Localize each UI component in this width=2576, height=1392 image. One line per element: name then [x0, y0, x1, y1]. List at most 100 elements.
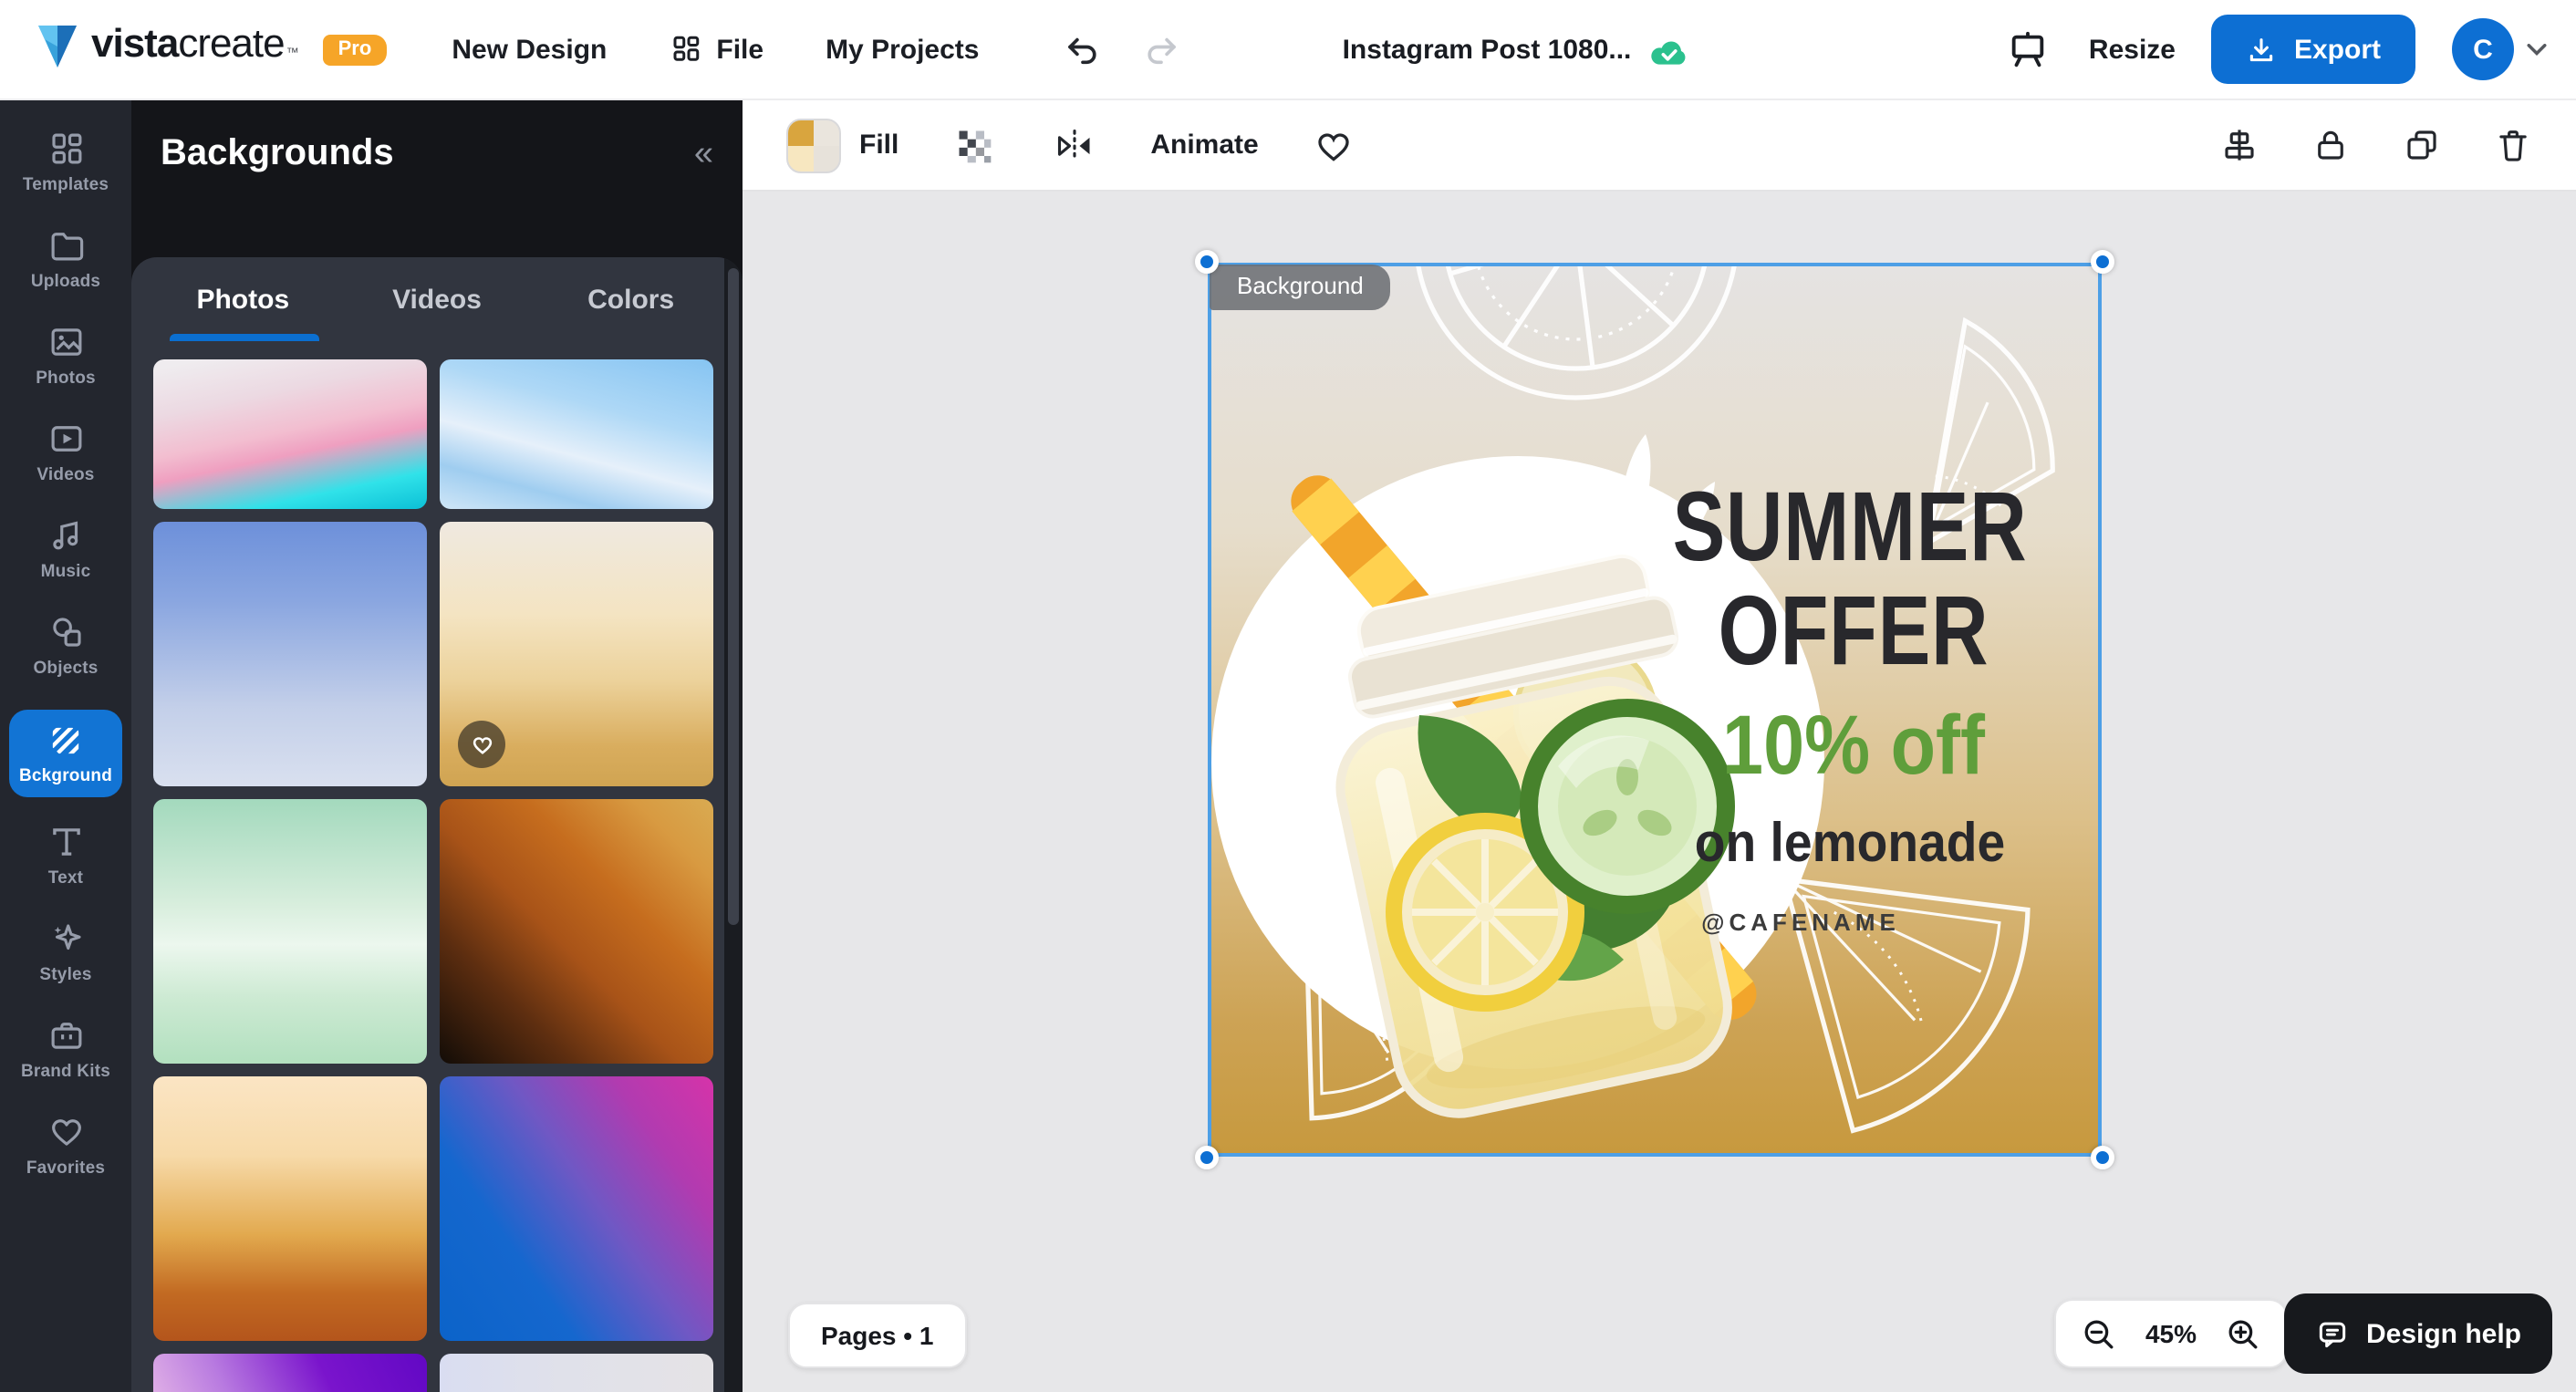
design-headline-1[interactable]: SUMMER: [1673, 471, 2028, 584]
videos-icon: [47, 420, 85, 458]
flip-horizontal-icon: [1052, 125, 1096, 165]
document-title[interactable]: Instagram Post 1080...: [1343, 35, 1632, 66]
design-product-text[interactable]: on lemonade: [1695, 814, 2005, 876]
background-thumbnail[interactable]: [153, 1076, 427, 1341]
brand-kits-briefcase-icon: [47, 1016, 85, 1054]
sidebar-item-photos[interactable]: Photos: [9, 323, 122, 389]
canvas-area: Fill: [743, 100, 2576, 1392]
tab-videos[interactable]: Videos: [340, 257, 535, 341]
sidebar-item-favorites[interactable]: Favorites: [9, 1113, 122, 1179]
background-thumbnail[interactable]: [440, 522, 713, 786]
logo-wordmark: vistacreate™: [91, 24, 298, 75]
undo-button[interactable]: [1059, 26, 1105, 72]
fill-color-button[interactable]: Fill: [786, 118, 898, 172]
photos-icon: [47, 323, 85, 361]
resize-button[interactable]: Resize: [2089, 34, 2176, 65]
tab-photos[interactable]: Photos: [146, 257, 340, 341]
fill-swatch: [786, 118, 841, 172]
panel-content-box: Photos Videos Colors: [131, 257, 743, 1392]
panel-scrollbar-thumb[interactable]: [728, 268, 739, 925]
file-menu-button[interactable]: File: [669, 33, 763, 66]
sidebar-item-styles[interactable]: Styles: [9, 919, 122, 985]
file-grid-icon: [669, 33, 701, 66]
background-thumbnail[interactable]: [153, 799, 427, 1064]
sidebar-item-templates[interactable]: Templates: [9, 130, 122, 195]
animate-button[interactable]: Animate: [1150, 130, 1258, 161]
left-sidebar: Templates Uploads Photos Videos Music Ob…: [0, 100, 131, 1392]
text-icon: [47, 823, 85, 861]
favorites-heart-icon: [47, 1113, 85, 1151]
panel-header: Backgrounds «: [131, 100, 743, 175]
heart-outline-icon: [1314, 126, 1354, 164]
account-menu[interactable]: C: [2452, 18, 2547, 80]
background-thumbnail[interactable]: [153, 1354, 427, 1392]
trash-icon: [2494, 126, 2532, 164]
sidebar-item-background[interactable]: Bckground: [9, 710, 122, 797]
resize-handle-bottom-right[interactable]: [2091, 1146, 2114, 1169]
background-thumbnail[interactable]: [440, 1076, 713, 1341]
transparency-button[interactable]: [950, 121, 997, 169]
design-clip: SUMMER OFFER 10% off on lemonade @CAFENA…: [1211, 266, 2098, 1153]
resize-handle-top-right[interactable]: [2091, 250, 2114, 274]
cloud-synced-icon: [1649, 34, 1689, 67]
transparency-checkerboard-icon: [953, 125, 993, 165]
document-title-area: Instagram Post 1080...: [1343, 0, 1690, 100]
design-headline-2[interactable]: OFFER: [1719, 575, 1989, 688]
undo-icon: [1063, 30, 1101, 68]
zoom-level: 45%: [2140, 1319, 2202, 1348]
design-help-button[interactable]: Design help: [2284, 1293, 2552, 1374]
pro-badge: Pro: [324, 34, 387, 65]
selection-label: Background: [1210, 265, 1391, 310]
collapse-panel-button[interactable]: «: [687, 134, 717, 174]
background-thumbnail[interactable]: [153, 359, 427, 509]
sidebar-item-uploads[interactable]: Uploads: [9, 226, 122, 292]
background-thumbnail[interactable]: [153, 522, 427, 786]
redo-icon: [1141, 30, 1179, 68]
music-icon: [47, 516, 85, 555]
design-cafe-handle[interactable]: @CAFENAME: [1701, 909, 1900, 936]
resize-handle-bottom-left[interactable]: [1195, 1146, 1219, 1169]
background-thumbnail[interactable]: [440, 1354, 713, 1392]
design-artboard[interactable]: SUMMER OFFER 10% off on lemonade @CAFENA…: [1211, 266, 2098, 1153]
lock-button[interactable]: [2308, 122, 2353, 168]
delete-button[interactable]: [2490, 122, 2536, 168]
sidebar-item-music[interactable]: Music: [9, 516, 122, 582]
duplicate-button[interactable]: [2399, 122, 2445, 168]
pages-button[interactable]: Pages • 1: [788, 1303, 966, 1368]
heart-icon: [470, 733, 493, 755]
present-easel-icon: [2007, 28, 2049, 70]
sidebar-item-text[interactable]: Text: [9, 823, 122, 888]
chat-bubble-icon: [2315, 1316, 2350, 1351]
panel-tabs: Photos Videos Colors: [131, 257, 743, 341]
design-discount-text[interactable]: 10% off: [1722, 695, 1985, 794]
background-stripes-icon: [47, 722, 84, 759]
zoom-in-button[interactable]: [2222, 1313, 2264, 1355]
background-thumbnail[interactable]: [440, 799, 713, 1064]
position-button[interactable]: [2217, 122, 2262, 168]
header-left: vistacreate™ Pro New Design File My Proj…: [0, 24, 1183, 75]
flip-button[interactable]: [1048, 121, 1099, 169]
header-right: Resize Export C: [2003, 15, 2576, 84]
element-actions: [2217, 122, 2547, 168]
styles-sparkle-icon: [47, 919, 85, 958]
sidebar-item-brand-kits[interactable]: Brand Kits: [9, 1016, 122, 1082]
favorited-badge[interactable]: [458, 721, 505, 768]
present-button[interactable]: [2003, 25, 2052, 74]
redo-button[interactable]: [1137, 26, 1183, 72]
my-projects-button[interactable]: My Projects: [826, 34, 979, 65]
export-button[interactable]: Export: [2212, 15, 2415, 84]
vistacreate-logo[interactable]: vistacreate™: [36, 24, 298, 75]
tab-colors[interactable]: Colors: [534, 257, 728, 341]
background-thumbnail[interactable]: [440, 359, 713, 509]
new-design-button[interactable]: New Design: [452, 34, 607, 65]
zoom-out-button[interactable]: [2078, 1313, 2120, 1355]
favorite-element-button[interactable]: [1310, 122, 1357, 168]
zoom-out-icon: [2082, 1316, 2116, 1351]
resize-handle-top-left[interactable]: [1195, 250, 1219, 274]
sidebar-item-videos[interactable]: Videos: [9, 420, 122, 485]
download-icon: [2247, 34, 2278, 65]
sidebar-item-objects[interactable]: Objects: [9, 613, 122, 679]
objects-icon: [47, 613, 85, 651]
panel-title: Backgrounds: [161, 133, 394, 175]
canvas-viewport[interactable]: SUMMER OFFER 10% off on lemonade @CAFENA…: [743, 192, 2576, 1392]
